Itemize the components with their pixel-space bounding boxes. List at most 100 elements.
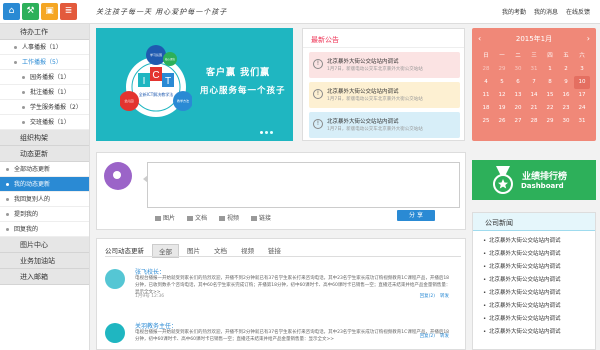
calendar-day[interactable]: 26	[494, 115, 510, 128]
news-item[interactable]: 北京暴外大街公交站站内调试	[483, 287, 595, 300]
reply-link[interactable]: 回复(2)	[420, 333, 435, 339]
calendar-day[interactable]: 9	[558, 76, 574, 89]
sidebar-section-updates[interactable]: 动态更新	[0, 146, 89, 162]
calendar-month: 2015年1月	[515, 35, 553, 43]
contacts-icon[interactable]: ≣	[60, 3, 77, 20]
post-tools: 图片 文档 视频 链接	[155, 213, 271, 222]
carousel-dots[interactable]	[260, 131, 273, 134]
calendar-day[interactable]: 11	[478, 89, 494, 102]
forward-link[interactable]: 转发	[440, 293, 449, 299]
chevron-right-icon[interactable]: ›	[587, 28, 590, 50]
news-item[interactable]: 北京暴外大街公交站站内调试	[483, 261, 595, 274]
calendar-day[interactable]: 25	[478, 115, 494, 128]
sidebar-item-label: 人事播报（1）	[22, 44, 62, 51]
calendar-day[interactable]: 20	[510, 102, 526, 115]
calendar-day[interactable]: 30	[510, 63, 526, 76]
calendar-day[interactable]: 17	[574, 89, 590, 102]
notice-item[interactable]: ! 北京暴外大街公交站站内调试 1月7日，新版电动公交车北京暴外大街公交站站	[309, 82, 460, 108]
calendar-day[interactable]: 22	[542, 102, 558, 115]
news-item[interactable]: 北京暴外大街公交站站内调试	[483, 300, 595, 313]
calendar-day[interactable]: 13	[510, 89, 526, 102]
calendar-day[interactable]: 7	[526, 76, 542, 89]
tool-link[interactable]: 链接	[251, 213, 271, 222]
sidebar-item-work-report[interactable]: 工作播报（5）	[0, 55, 89, 70]
briefcase-icon[interactable]: ▣	[41, 3, 58, 20]
bullet-icon	[6, 198, 9, 201]
top-icon-group: ⌂ ⚒ ▣ ≣	[3, 3, 77, 20]
calendar-day[interactable]: 1	[542, 63, 558, 76]
chevron-left-icon[interactable]: ‹	[478, 28, 481, 50]
tool-image[interactable]: 图片	[155, 213, 175, 222]
notice-detail: 1月7日，新版电动公交车北京暴外大街公交站站	[327, 67, 423, 72]
sidebar-item-hr-report[interactable]: 人事播报（1）	[0, 40, 89, 55]
promo-banner[interactable]: I C T 全新ICT解决教学法 学习氛围 幼儿园 教学方法 核心理念 客户赢 …	[96, 28, 293, 141]
calendar-day[interactable]: 31	[526, 63, 542, 76]
sidebar-section-todo[interactable]: 待办工作	[0, 24, 89, 40]
sidebar-item-replies-to-me[interactable]: 回复我的	[0, 222, 89, 237]
calendar-day[interactable]: 18	[478, 102, 494, 115]
reply-link[interactable]: 回复(2)	[420, 293, 435, 299]
news-item[interactable]: 北京暴外大街公交站站内调试	[483, 274, 595, 287]
calendar-day[interactable]: 30	[558, 115, 574, 128]
calendar-day[interactable]: 2	[558, 63, 574, 76]
ranking-dashboard-button[interactable]: 业绩排行榜 Dashboard	[472, 160, 596, 200]
calendar-day[interactable]: 5	[494, 76, 510, 89]
apps-icon[interactable]: ⚒	[22, 3, 39, 20]
carousel-dot[interactable]	[260, 131, 263, 134]
calendar-day[interactable]: 15	[542, 89, 558, 102]
calendar-day[interactable]: 28	[526, 115, 542, 128]
sidebar-item-annotation-report[interactable]: 批注播报（1）	[0, 85, 89, 100]
calendar-day[interactable]: 4	[478, 76, 494, 89]
ranking-subtitle: Dashboard	[521, 182, 564, 190]
sidebar-section-mailbox[interactable]: 进入邮箱	[0, 269, 89, 285]
share-button[interactable]: 分 享	[397, 210, 435, 221]
calendar-day[interactable]: 27	[510, 115, 526, 128]
notice-item[interactable]: ! 北京暴外大街公交站站内调试 1月7日，新版电动公交车北京暴外大街公交站站	[309, 112, 460, 138]
sidebar-item-my-updates[interactable]: 我的动态更新	[0, 177, 89, 192]
calendar-day[interactable]: 10	[574, 76, 590, 89]
calendar-day[interactable]: 3	[574, 63, 590, 76]
post-input[interactable]	[143, 162, 460, 208]
calendar-day[interactable]: 29	[542, 115, 558, 128]
news-item[interactable]: 北京暴外大街公交站站内调试	[483, 326, 595, 339]
sidebar-item-campus-report[interactable]: 园务播报（1）	[0, 70, 89, 85]
calendar-day[interactable]: 16	[558, 89, 574, 102]
sidebar-section-pictures[interactable]: 图片中心	[0, 237, 89, 253]
news-list: 北京暴外大街公交站站内调试北京暴外大街公交站站内调试北京暴外大街公交站站内调试北…	[473, 231, 595, 339]
sidebar-section-org[interactable]: 组织构架	[0, 130, 89, 146]
link-my-attendance[interactable]: 我的考勤	[502, 7, 526, 16]
carousel-dot[interactable]	[270, 131, 273, 134]
forward-link[interactable]: 转发	[440, 333, 449, 339]
calendar-day[interactable]: 12	[494, 89, 510, 102]
sidebar-item-student-service-report[interactable]: 学生服务播报（2）	[0, 100, 89, 115]
weekday-label: 三	[531, 53, 537, 59]
sidebar-section-business[interactable]: 业务加油站	[0, 253, 89, 269]
sidebar-item-mentions[interactable]: 提到我的	[0, 207, 89, 222]
sidebar-item-my-replies[interactable]: 我回复别人的	[0, 192, 89, 207]
notice-title: 北京暴外大街公交站站内调试	[327, 119, 399, 125]
news-item[interactable]: 北京暴外大街公交站站内调试	[483, 313, 595, 326]
tool-video[interactable]: 视频	[219, 213, 239, 222]
calendar-day[interactable]: 14	[526, 89, 542, 102]
calendar-day[interactable]: 8	[542, 76, 558, 89]
link-feedback[interactable]: 在线反馈	[566, 7, 590, 16]
sidebar-item-all-updates[interactable]: 全部动态更新	[0, 162, 89, 177]
calendar-day[interactable]: 19	[494, 102, 510, 115]
sidebar-item-label: 我的动态更新	[14, 181, 51, 188]
calendar-day[interactable]: 31	[574, 115, 590, 128]
calendar-day[interactable]: 23	[558, 102, 574, 115]
home-icon[interactable]: ⌂	[3, 3, 20, 20]
calendar-grid: 日一二三四五六 28 29 30 31 1 2 3 4 5 6 7 8 9 10 11 12 13 14 15 16 17…	[472, 50, 596, 128]
news-item[interactable]: 北京暴外大街公交站站内调试	[483, 235, 595, 248]
news-item[interactable]: 北京暴外大街公交站站内调试	[483, 248, 595, 261]
link-my-messages[interactable]: 我的消息	[534, 7, 558, 16]
calendar-day[interactable]: 29	[494, 63, 510, 76]
calendar-day[interactable]: 28	[478, 63, 494, 76]
tool-document[interactable]: 文档	[187, 213, 207, 222]
calendar-day[interactable]: 21	[526, 102, 542, 115]
sidebar-item-handover-report[interactable]: 交班播报（1）	[0, 115, 89, 130]
carousel-dot[interactable]	[265, 131, 268, 134]
calendar-day[interactable]: 24	[574, 102, 590, 115]
notice-item[interactable]: ! 北京暴外大街公交站站内调试 1月7日，新版电动公交车北京暴外大街公交站站	[309, 52, 460, 78]
calendar-day[interactable]: 6	[510, 76, 526, 89]
